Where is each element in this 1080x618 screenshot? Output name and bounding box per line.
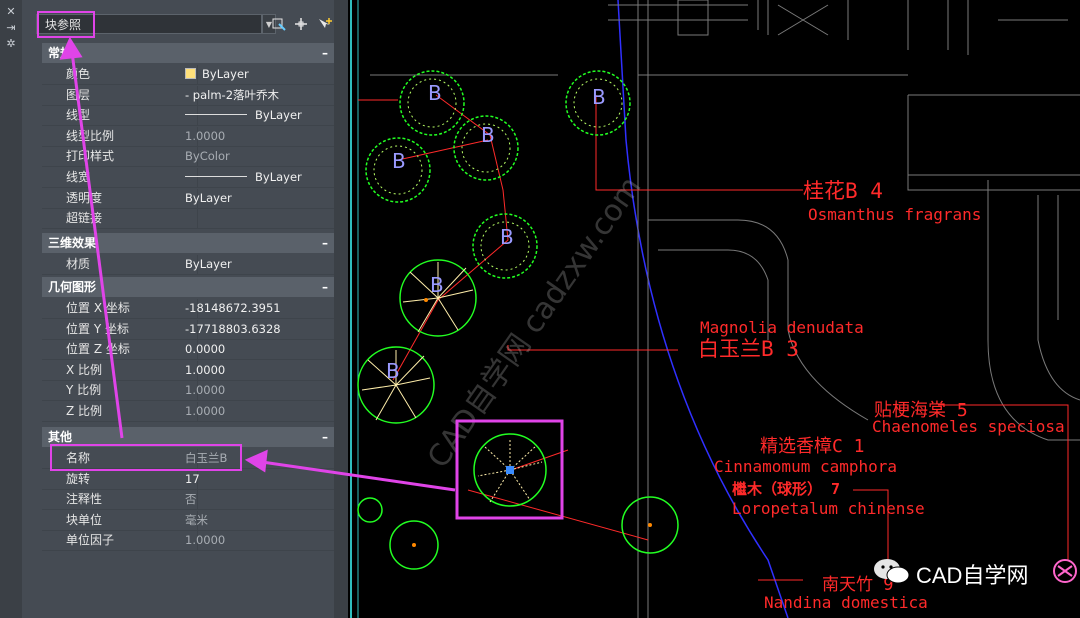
site-logo-icon — [1053, 559, 1077, 583]
chat-logo-icon — [874, 559, 910, 584]
watermark-text: CAD自学网 — [916, 563, 1029, 588]
brand-watermark: CAD自学网 — [868, 552, 1080, 592]
cad-application: ✕ ⇥ ✲ 块参照 ▼ 常规–颜色ByLayer图层- palm-2落叶乔木线型… — [0, 0, 1080, 618]
annotation-arrows — [59, 36, 456, 492]
